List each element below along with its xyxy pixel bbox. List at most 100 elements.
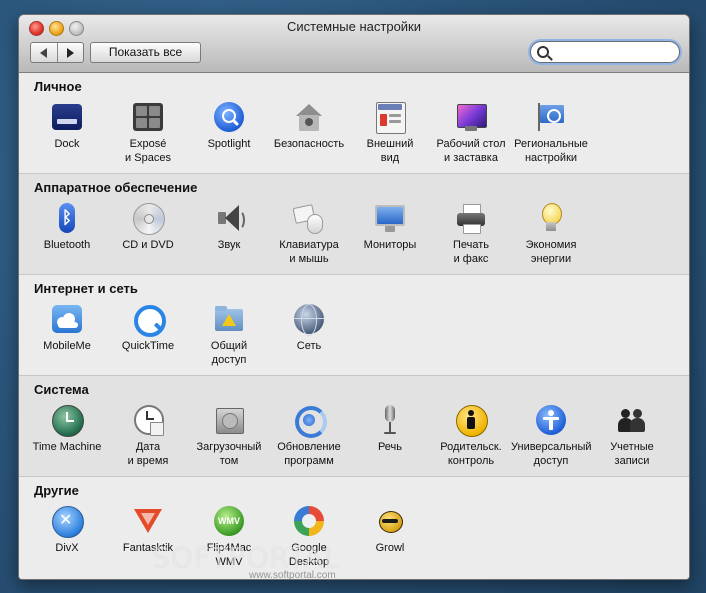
pane-software-update[interactable]: Обновление программ (269, 404, 349, 468)
monitor-icon (374, 202, 406, 234)
pane-quicktime[interactable]: QuickTime (108, 303, 188, 353)
pane-speech[interactable]: Речь (350, 404, 430, 454)
pane-label: Учетные записи (610, 441, 654, 467)
google-desktop-icon (293, 505, 325, 537)
cloud-icon (51, 303, 83, 335)
sharing-folder-icon (213, 303, 245, 335)
spotlight-icon (213, 101, 245, 133)
divx-icon: ✕ (51, 505, 84, 538)
bluetooth-icon: ᛒ (51, 202, 83, 234)
section-other: Другие ✕ DivX Fantasktik WMV Flip4Mac WM… (19, 477, 689, 579)
section-title: Личное (34, 79, 82, 94)
pane-accounts[interactable]: Учетные записи (592, 404, 672, 468)
pane-label: Bluetooth (43, 239, 91, 251)
clock-icon (132, 404, 164, 436)
pane-label: Spotlight (207, 138, 251, 150)
pane-startup-disk[interactable]: Загрузочный том (189, 404, 269, 468)
appearance-icon (374, 101, 406, 134)
window-title: Системные настройки (286, 19, 422, 34)
section-system: Система Time Machine Дата и время Загруз… (19, 376, 689, 477)
pane-parental-controls[interactable]: Родительск. контроль (431, 404, 511, 468)
preferences-content: Личное Dock Exposé и Spaces Spotlight Бе… (19, 73, 689, 579)
pane-label: MobileMe (43, 340, 91, 352)
cd-icon (132, 202, 165, 235)
pane-label: Сеть (296, 340, 322, 352)
quicktime-icon (132, 303, 166, 337)
pane-label: Клавиатура и мышь (279, 239, 339, 265)
pane-label: Универсальный доступ (511, 441, 592, 467)
pane-cd-dvd[interactable]: CD и DVD (108, 202, 188, 252)
pane-label: Рабочий стол и заставка (436, 138, 506, 164)
section-hardware: Аппаратное обеспечение ᛒ Bluetooth CD и … (19, 174, 689, 275)
pane-growl[interactable]: Growl (350, 505, 430, 555)
pane-label: Печать и факс (452, 239, 490, 265)
network-globe-icon (293, 303, 325, 336)
pane-expose[interactable]: Exposé и Spaces (108, 101, 188, 165)
pane-label: Родительск. контроль (440, 441, 502, 467)
pane-dock[interactable]: Dock (27, 101, 107, 151)
dock-icon (51, 101, 83, 133)
pane-label: Мониторы (363, 239, 417, 251)
pane-label: Дата и время (127, 441, 169, 467)
section-title: Система (34, 382, 89, 397)
microphone-icon (374, 404, 406, 436)
speaker-icon (213, 202, 245, 234)
pane-label: Речь (377, 441, 403, 453)
search-field[interactable] (530, 41, 680, 63)
pane-security[interactable]: Безопасность (269, 101, 349, 151)
pane-label: Exposé и Spaces (125, 138, 171, 164)
pane-label: Звук (217, 239, 241, 251)
system-preferences-window: Системные настройки Показать все Личное … (18, 14, 690, 580)
flag-icon (535, 101, 567, 133)
accounts-icon (616, 404, 648, 436)
flip4mac-icon: WMV (213, 505, 245, 537)
pane-appearance[interactable]: Внешний вид (350, 101, 430, 165)
pane-label: Time Machine (32, 441, 102, 453)
pane-label: Региональные настройки (514, 138, 588, 164)
pane-spotlight[interactable]: Spotlight (189, 101, 269, 151)
parental-control-icon (455, 404, 488, 437)
pane-bluetooth[interactable]: ᛒ Bluetooth (27, 202, 107, 252)
pane-divx[interactable]: ✕ DivX (27, 505, 107, 555)
growl-icon (374, 505, 406, 537)
printer-icon (455, 202, 487, 234)
pane-label: Growl (375, 542, 405, 554)
security-house-icon (293, 101, 325, 133)
pane-mobileme[interactable]: MobileMe (27, 303, 107, 353)
pane-label: Обновление программ (277, 441, 341, 467)
search-icon (537, 46, 549, 58)
titlebar: Системные настройки Показать все (19, 15, 689, 73)
section-title: Аппаратное обеспечение (34, 180, 198, 195)
search-input[interactable] (553, 43, 675, 61)
pane-network[interactable]: Сеть (269, 303, 349, 353)
pane-label: DivX (55, 542, 79, 554)
pane-keyboard-mouse[interactable]: Клавиатура и мышь (269, 202, 349, 266)
pane-date-time[interactable]: Дата и время (108, 404, 188, 468)
accessibility-icon (535, 404, 567, 436)
pane-label: QuickTime (121, 340, 175, 352)
desktop-icon (455, 101, 487, 133)
pane-universal-access[interactable]: Универсальный доступ (511, 404, 592, 468)
nav-buttons (30, 42, 84, 63)
pane-label: CD и DVD (122, 239, 174, 251)
forward-button[interactable] (56, 43, 84, 62)
section-title: Другие (34, 483, 79, 498)
pane-desktop[interactable]: Рабочий стол и заставка (431, 101, 511, 165)
section-internet: Интернет и сеть MobileMe QuickTime Общий… (19, 275, 689, 376)
pane-time-machine[interactable]: Time Machine (27, 404, 107, 454)
back-button[interactable] (31, 43, 57, 62)
pane-international[interactable]: Региональные настройки (511, 101, 591, 165)
expose-icon (132, 101, 164, 133)
pane-label: Загрузочный том (196, 441, 262, 467)
lightbulb-icon (535, 202, 567, 234)
pane-energy-saver[interactable]: Экономия энергии (511, 202, 591, 266)
section-title: Интернет и сеть (34, 281, 138, 296)
pane-sharing[interactable]: Общий доступ (189, 303, 269, 367)
pane-displays[interactable]: Мониторы (350, 202, 430, 252)
pane-label: Внешний вид (366, 138, 414, 164)
pane-label: Экономия энергии (525, 239, 577, 265)
pane-label: Dock (54, 138, 80, 150)
show-all-button[interactable]: Показать все (90, 42, 201, 63)
pane-print-fax[interactable]: Печать и факс (431, 202, 511, 266)
pane-sound[interactable]: Звук (189, 202, 269, 252)
